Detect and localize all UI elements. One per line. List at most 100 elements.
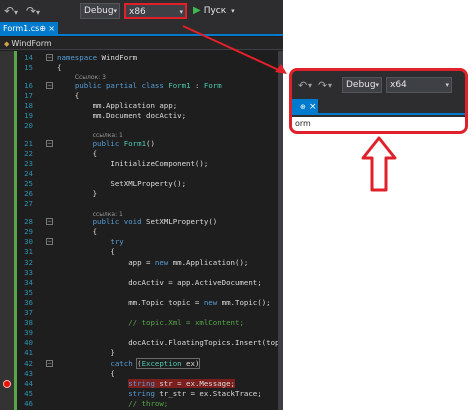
platform-value: x86 [129,7,146,17]
code-line[interactable]: 32 app = new mm.Application(); [0,258,283,268]
line-number: 28 [24,217,33,227]
code-text: } [57,348,115,358]
inset-platform-value: x64 [390,80,407,90]
code-line[interactable]: 30 − try [0,237,283,247]
close-icon[interactable]: × [48,22,55,36]
code-text: try [110,237,124,247]
code-line[interactable]: 18 mm.Application app; [0,101,283,111]
fold-toggle-icon[interactable]: − [46,54,53,61]
chevron-down-icon[interactable]: ▾ [36,7,40,19]
fold-toggle-icon[interactable]: − [46,81,53,89]
undo-icon: ↶ [298,79,308,92]
line-number: 22 [24,148,33,158]
code-line[interactable]: 43 { [0,369,283,379]
platform-select[interactable]: x86 ▾ [124,3,187,19]
code-text: string tr_str = ex.StackTrace; [128,388,262,398]
fold-toggle-icon[interactable]: − [46,218,53,226]
code-editor[interactable]: 14− namespace WindForm 15{Ссылок: 3 16− pub… [0,51,283,410]
code-line[interactable]: 17 { [0,91,283,101]
start-button[interactable]: ▶ Пуск ▾ [193,4,235,18]
pin-icon: ⊕ [300,103,306,111]
code-line[interactable]: 45 string tr_str = ex.StackTrace; [0,389,283,399]
code-line[interactable]: 31 { [0,247,283,257]
code-line[interactable]: 29 { [0,227,283,237]
chevron-down-icon: ▾ [328,81,333,90]
code-line[interactable]: 27 [0,199,283,209]
inset-tab-row: ⊕ × [292,99,465,115]
code-text: { [57,63,62,73]
line-number: 34 [24,277,33,287]
chevron-down-icon[interactable]: ▾ [14,7,18,19]
code-text: docActiv = app.ActiveDocument; [57,277,262,287]
line-number: 27 [24,199,33,209]
code-text: mm.Topic topic = new mm.Topic(); [57,297,271,307]
line-number: 18 [24,100,33,110]
line-number: 26 [24,189,33,199]
inset-navigation-bar: orm [292,117,465,131]
code-line[interactable]: 19 mm.Document docActiv; [0,111,283,121]
fold-toggle-icon[interactable]: − [46,238,53,246]
code-line[interactable]: 44 string str = ex.Message; [0,378,283,389]
code-line[interactable]: 41 } [0,348,283,358]
tab-form1-cs[interactable]: Form1.cs ⊕ × [0,22,58,36]
code-text: public partial class Form1 : Form [74,80,222,90]
code-text: mm.Application app; [57,100,178,110]
code-line[interactable]: 37 [0,308,283,318]
code-line[interactable]: 38 // topic.Xml = xmlContent; [0,318,283,328]
line-number: 46 [24,398,33,408]
code-line[interactable]: 39 [0,328,283,338]
code-line[interactable]: 20 [0,121,283,131]
breakpoint-icon[interactable] [3,379,11,388]
code-text: // topic.Xml = xmlContent; [128,318,244,328]
line-number: 32 [24,257,33,267]
start-label: Пуск [203,6,227,16]
line-number: 24 [24,169,33,179]
code-line[interactable]: 16 − public partial class Form1 : Form [0,81,283,91]
line-number: 23 [24,159,33,169]
code-line[interactable]: 42 − catch (Exception ex) [0,357,283,369]
line-number: 14 [24,53,33,62]
close-icon: × [309,102,317,112]
inset-configuration-value: Debug [346,80,376,90]
up-arrow-icon [361,136,397,192]
code-line[interactable]: 35 [0,288,283,298]
code-text: mm.Document docActiv; [57,111,187,121]
code-line[interactable]: 36 mm.Topic topic = new mm.Topic(); [0,298,283,308]
code-text: namespace WindForm [57,53,138,62]
line-number: 37 [24,308,33,318]
code-line[interactable]: 26 } [0,189,283,199]
line-number: 29 [24,227,33,237]
code-line[interactable]: 23 InitializeComponent(); [0,159,283,169]
code-text: { [57,247,115,257]
fold-toggle-icon[interactable]: − [46,139,53,147]
fold-toggle-icon[interactable]: − [46,359,53,367]
undo-icon[interactable]: ↶ [4,5,14,17]
class-dropdown[interactable]: ◆ WindForm [4,37,52,51]
code-text: SetXMLProperty(); [57,179,187,189]
chevron-down-icon: ▾ [445,81,449,89]
code-line[interactable]: 40 docActiv.FloatingTopics.Insert(topic)… [0,338,283,348]
pin-icon[interactable]: ⊕ [39,22,46,36]
code-line[interactable]: 46 // throw; [0,399,283,409]
inset-toolbar: ↶ ▾ ↷ ▾ Debug ▾ x64 ▾ [292,71,465,99]
code-line[interactable]: 28 − public void SetXMLProperty() [0,217,283,227]
inset-configuration-select: Debug ▾ [342,77,382,93]
code-text: { [57,227,98,237]
vertical-scrollbar[interactable] [278,51,283,410]
redo-icon: ↷ [318,79,328,92]
code-line[interactable]: 34 docActiv = app.ActiveDocument; [0,278,283,288]
redo-icon[interactable]: ↷ [26,5,36,17]
code-text: string str = ex.Message; [128,378,235,388]
code-line[interactable]: 25 SetXMLProperty(); [0,179,283,189]
code-line[interactable]: 33 [0,268,283,278]
code-text: { [57,90,80,100]
line-number: 42 [24,358,33,368]
code-text: docActiv.FloatingTopics.Insert(topic); [57,338,283,348]
line-number: 15 [24,63,33,73]
code-line[interactable]: 22 { [0,149,283,159]
code-line[interactable]: 21 − public Form1() [0,139,283,149]
tab-label: Form1.cs [3,24,40,33]
code-text: catch (Exception ex) [110,357,201,369]
code-line[interactable]: 24 [0,169,283,179]
configuration-select[interactable]: Debug ▾ [80,3,120,19]
